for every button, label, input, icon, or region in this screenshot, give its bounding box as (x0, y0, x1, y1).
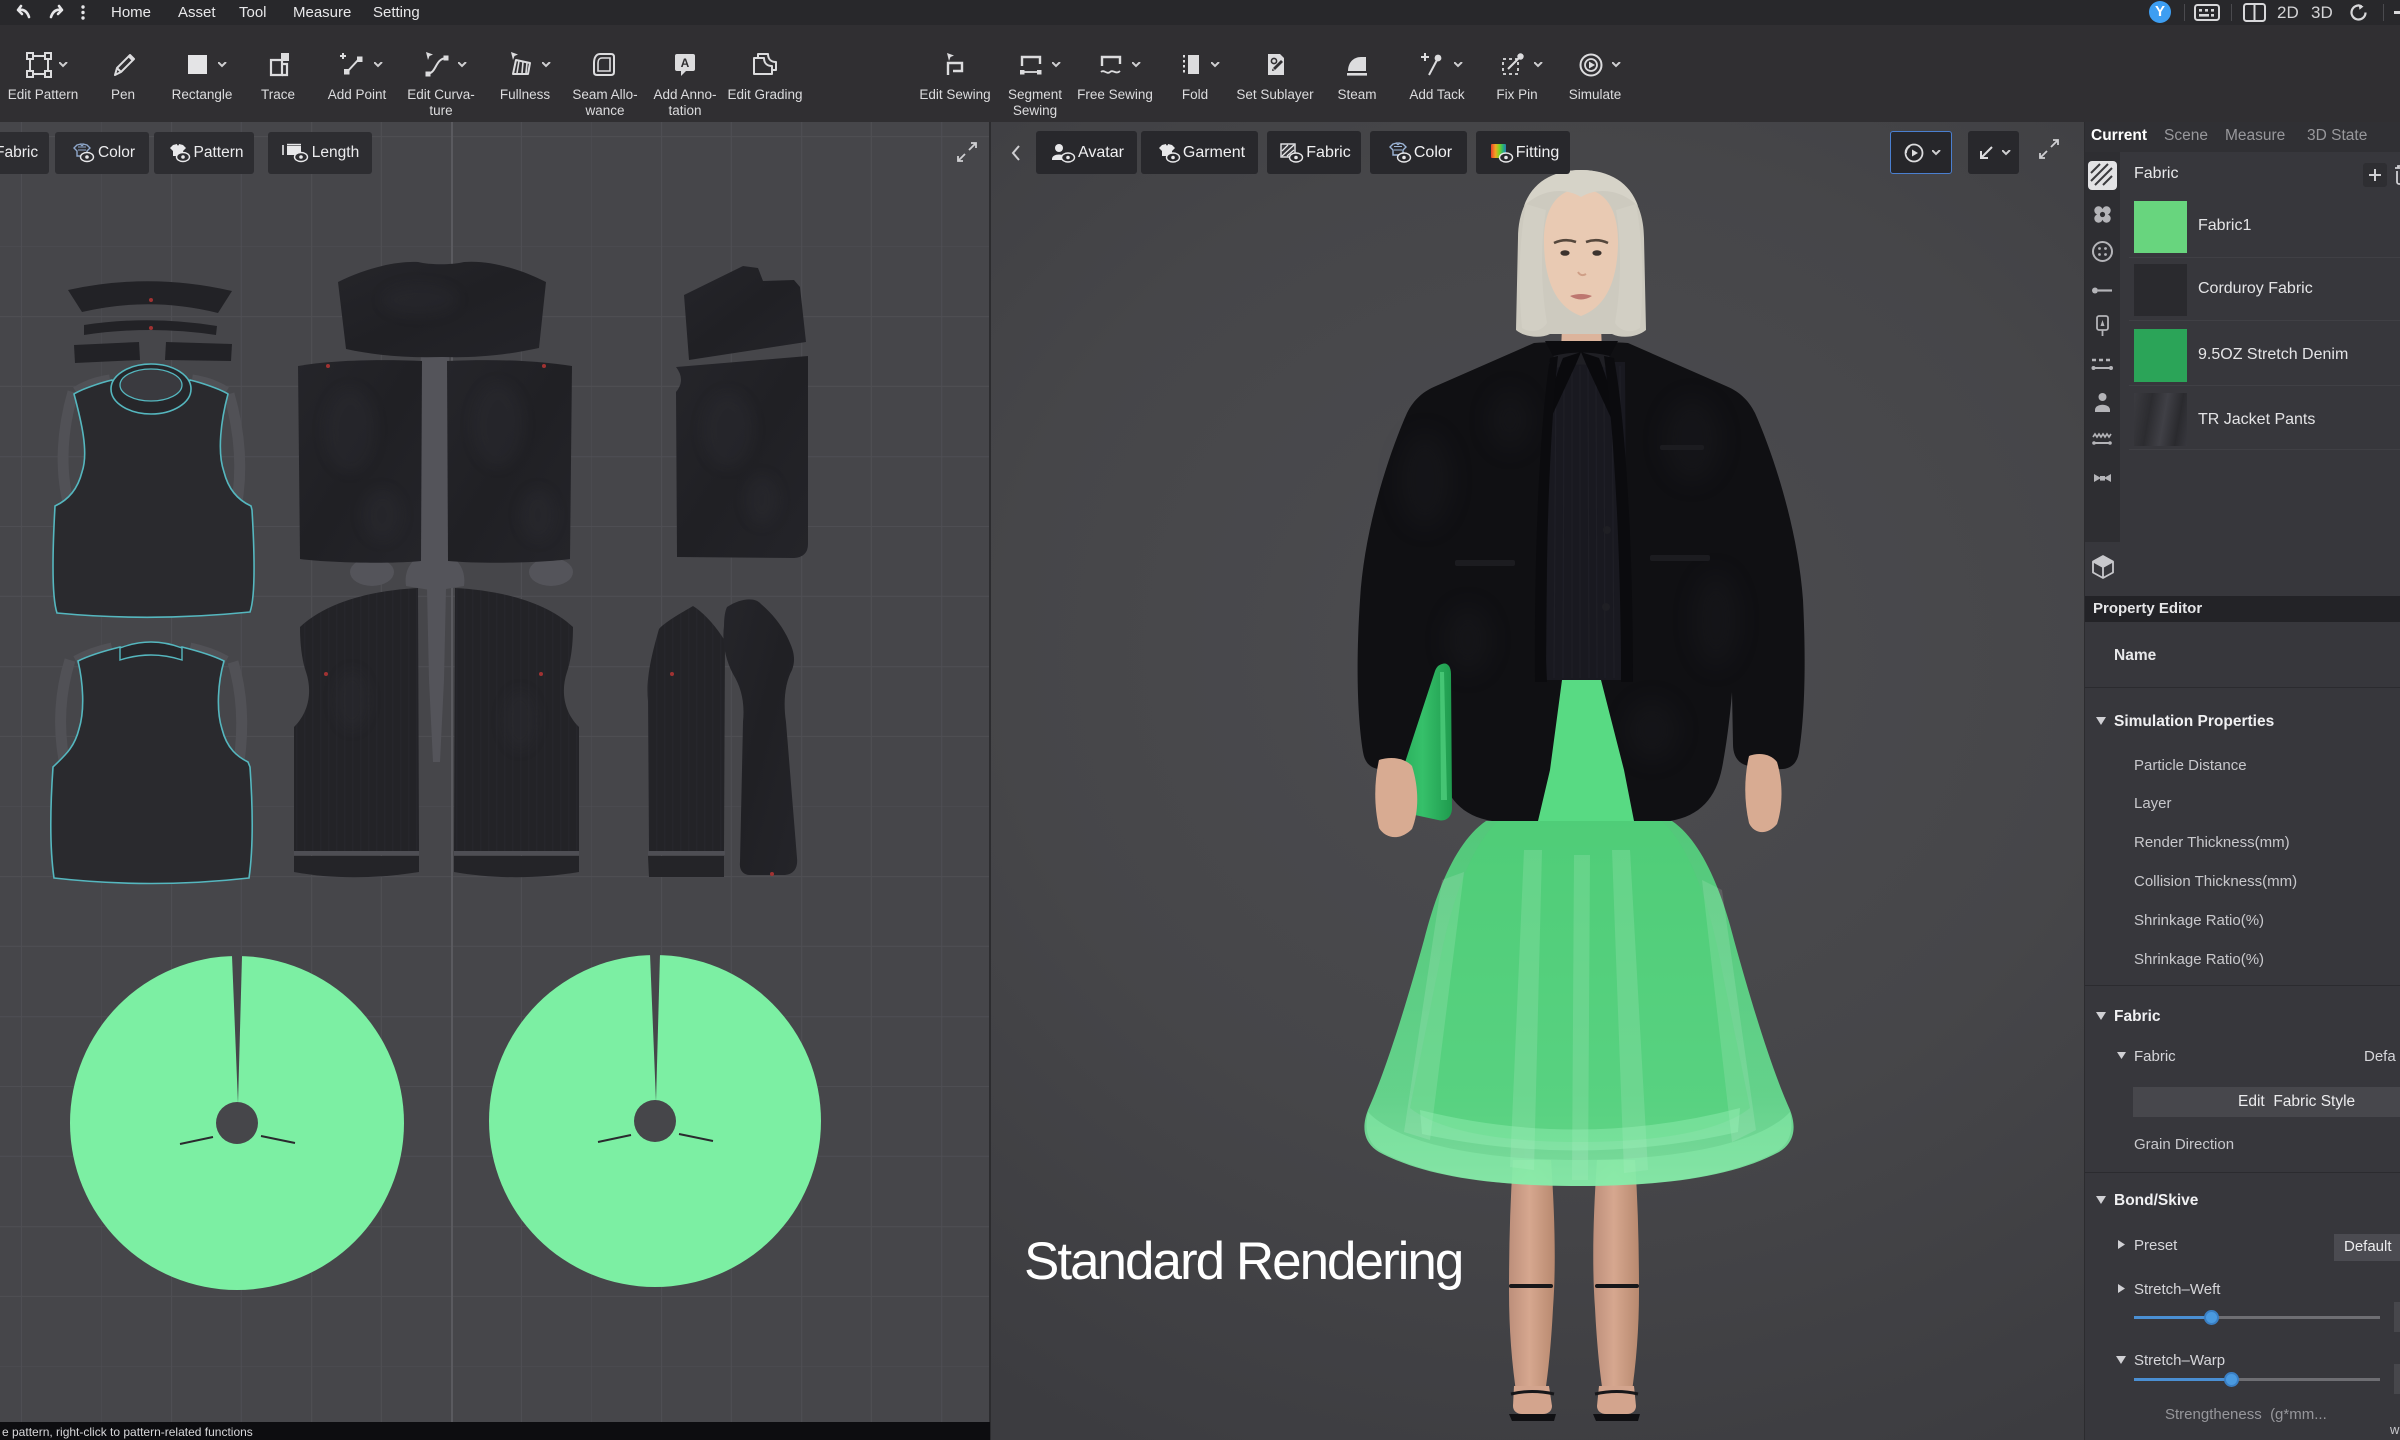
svg-text:A: A (681, 56, 690, 70)
